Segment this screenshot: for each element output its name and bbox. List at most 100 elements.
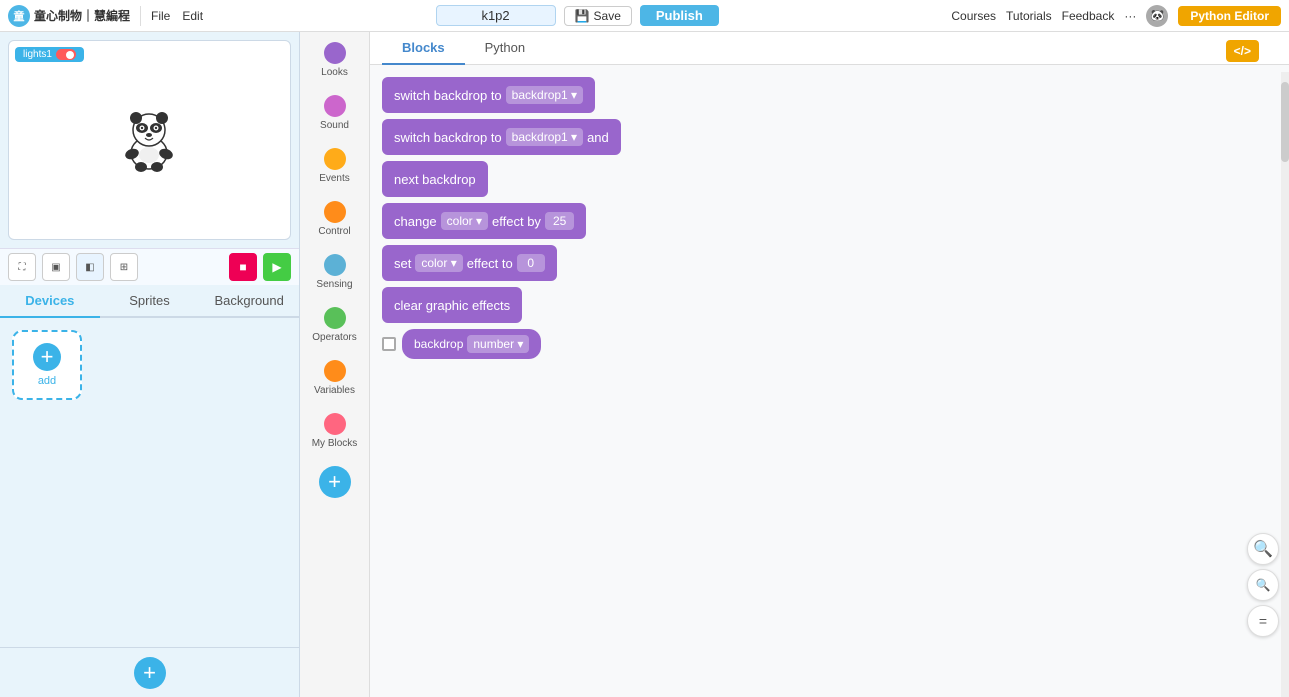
brand-text: 童心制物｜慧編程 — [34, 7, 130, 24]
file-menu[interactable]: File — [151, 9, 170, 23]
panda-sprite — [120, 105, 180, 175]
clear-graphic-effects-block[interactable]: clear graphic effects — [382, 287, 522, 323]
devices-area: + add — [0, 318, 299, 647]
events-label: Events — [319, 173, 350, 185]
stage-toggle[interactable] — [56, 49, 76, 60]
category-myblocks[interactable]: My Blocks — [304, 407, 366, 456]
next-backdrop-block[interactable]: next backdrop — [382, 161, 488, 197]
backdrop-text: backdrop — [414, 337, 463, 351]
zoom-in-button[interactable]: 🔍 — [1247, 533, 1279, 565]
effect-type-dropdown-1[interactable]: color ▾ — [441, 212, 488, 230]
main-layout: lights1 — [0, 32, 1289, 697]
variables-dot — [324, 360, 346, 382]
feedback-link[interactable]: Feedback — [1062, 9, 1115, 23]
blocks-workspace: Blocks Python switch backdrop to backdro… — [370, 32, 1289, 697]
category-events[interactable]: Events — [304, 142, 366, 191]
expand-button[interactable]: ⛶ — [8, 253, 36, 281]
blocks-panel: Looks Sound Events Control Sensing Opera… — [300, 32, 370, 697]
backdrop-prop-dropdown[interactable]: number ▾ — [467, 335, 529, 353]
stage-toggle-dot — [66, 51, 74, 59]
project-name-input[interactable] — [436, 5, 556, 26]
blocks-area: switch backdrop to backdrop1 ▾ switch ba… — [370, 65, 1289, 697]
add-device-button[interactable]: + add — [12, 330, 82, 400]
clear-effects-text: clear graphic effects — [394, 298, 510, 313]
add-device-label: add — [38, 375, 56, 387]
switch-backdrop-text2: switch backdrop to — [394, 130, 502, 145]
category-sound[interactable]: Sound — [304, 89, 366, 138]
zoom-out-button[interactable]: 🔍 — [1247, 569, 1279, 601]
change-text: change — [394, 214, 437, 229]
sound-dot — [324, 95, 346, 117]
sensing-dot — [324, 254, 346, 276]
save-button[interactable]: 💾 Save — [564, 6, 632, 26]
avatar: 🐼 — [1146, 5, 1168, 27]
next-backdrop-text: next backdrop — [394, 172, 476, 187]
more-options[interactable]: ··· — [1124, 9, 1136, 23]
zoom-controls: 🔍 🔍 = — [1247, 533, 1279, 637]
publish-button[interactable]: Publish — [640, 5, 719, 26]
left-panel: lights1 — [0, 32, 300, 697]
go-icon: ▶ — [272, 260, 281, 274]
stop-button[interactable]: ■ — [229, 253, 257, 281]
looks-label: Looks — [321, 67, 348, 79]
stage-area: lights1 — [8, 40, 291, 240]
sensing-label: Sensing — [316, 279, 352, 291]
edit-menu[interactable]: Edit — [182, 9, 203, 23]
tab-background[interactable]: Background — [199, 285, 299, 318]
variables-label: Variables — [314, 385, 355, 397]
control-dot — [324, 201, 346, 223]
operators-label: Operators — [312, 332, 356, 344]
category-operators[interactable]: Operators — [304, 301, 366, 350]
backdrop-dropdown-2[interactable]: backdrop1 ▾ — [506, 128, 583, 146]
courses-link[interactable]: Courses — [951, 9, 996, 23]
effect-value-2[interactable]: 0 — [517, 254, 545, 272]
python-editor-button[interactable]: Python Editor — [1178, 6, 1281, 26]
looks-dot — [324, 42, 346, 64]
tab-blocks[interactable]: Blocks — [382, 32, 465, 65]
bottom-add-button[interactable]: + — [134, 657, 166, 689]
effect-value-1[interactable]: 25 — [545, 212, 574, 230]
xml-button[interactable]: </> — [1226, 40, 1259, 62]
save-label: Save — [594, 9, 621, 23]
backdrop-reporter-row: backdrop number ▾ — [382, 329, 1277, 359]
zoom-reset-button[interactable]: = — [1247, 605, 1279, 637]
category-control[interactable]: Control — [304, 195, 366, 244]
backdrop-dropdown-1[interactable]: backdrop1 ▾ — [506, 86, 583, 104]
layout-split-button[interactable]: ◧ — [76, 253, 104, 281]
switch-backdrop-wait-block[interactable]: switch backdrop to backdrop1 ▾ and — [382, 119, 621, 155]
tutorials-link[interactable]: Tutorials — [1006, 9, 1052, 23]
tab-sprites[interactable]: Sprites — [100, 285, 200, 318]
category-add-button[interactable]: + — [319, 466, 351, 498]
category-sensing[interactable]: Sensing — [304, 248, 366, 297]
and-text: and — [587, 130, 609, 145]
category-variables[interactable]: Variables — [304, 354, 366, 403]
scrollbar-thumb[interactable] — [1281, 82, 1289, 162]
effect-to-text: effect to — [467, 256, 513, 271]
brand: 童 童心制物｜慧編程 — [8, 5, 130, 27]
effect-type-dropdown-2[interactable]: color ▾ — [415, 254, 462, 272]
effect-by-text: effect by — [492, 214, 541, 229]
vertical-scrollbar[interactable] — [1281, 72, 1289, 697]
change-color-effect-block[interactable]: change color ▾ effect by 25 — [382, 203, 586, 239]
nav-divider — [140, 6, 141, 26]
category-looks[interactable]: Looks — [304, 36, 366, 85]
stage-label: lights1 — [15, 47, 84, 62]
layout-single-button[interactable]: ▣ — [42, 253, 70, 281]
backdrop-number-checkbox[interactable] — [382, 337, 396, 351]
tabs-row: Devices Sprites Background — [0, 285, 299, 318]
backdrop-number-reporter[interactable]: backdrop number ▾ — [402, 329, 541, 359]
save-icon: 💾 — [575, 9, 590, 23]
switch-backdrop-text1: switch backdrop to — [394, 88, 502, 103]
go-button[interactable]: ▶ — [263, 253, 291, 281]
switch-backdrop-block[interactable]: switch backdrop to backdrop1 ▾ — [382, 77, 595, 113]
tab-devices[interactable]: Devices — [0, 285, 100, 318]
set-color-effect-block[interactable]: set color ▾ effect to 0 — [382, 245, 557, 281]
nav-right: Courses Tutorials Feedback ··· 🐼 Python … — [951, 5, 1281, 27]
top-nav: 童 童心制物｜慧編程 File Edit 💾 Save Publish Cour… — [0, 0, 1289, 32]
brand-icon: 童 — [8, 5, 30, 27]
operators-dot — [324, 307, 346, 329]
stage-controls: ⛶ ▣ ◧ ⊞ ■ ▶ — [0, 248, 299, 285]
layout-grid-button[interactable]: ⊞ — [110, 253, 138, 281]
add-device-icon: + — [33, 343, 61, 371]
tab-python[interactable]: Python — [465, 32, 545, 65]
